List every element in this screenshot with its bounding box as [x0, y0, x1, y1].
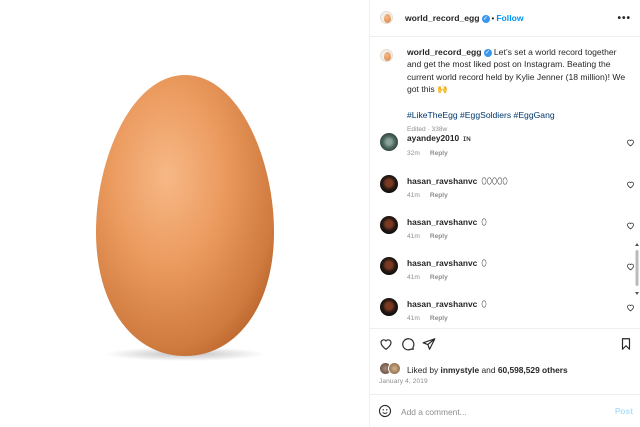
liked-and-label: and: [479, 365, 498, 375]
scroll-up-icon: [635, 243, 639, 246]
reply-button[interactable]: Reply: [430, 315, 448, 322]
reply-button[interactable]: Reply: [430, 233, 448, 240]
caption: world_record_egg ✓ Let’s set a world reco…: [407, 46, 627, 136]
comment-time: 41m: [407, 274, 420, 281]
post-dialog: world_record_egg ✓ • Follow ••• world_recor…: [0, 0, 640, 427]
comment-time: 41m: [407, 315, 420, 322]
comment-text: ⬯⬯⬯⬯⬯: [481, 176, 508, 186]
liked-by-label: Liked by: [407, 365, 441, 375]
commenter-username[interactable]: hasan_ravshanvc: [407, 258, 477, 268]
comment-text: ⬯: [481, 217, 487, 227]
caption-username[interactable]: world_record_egg: [407, 47, 482, 57]
author-avatar[interactable]: [380, 11, 393, 24]
share-paper-plane-icon[interactable]: [422, 337, 436, 351]
comment-text: ⬯: [481, 258, 487, 268]
comment-like-heart-icon[interactable]: [626, 180, 635, 189]
like-heart-icon[interactable]: [379, 337, 393, 351]
comment-input[interactable]: [401, 405, 601, 419]
comment-like-heart-icon[interactable]: [626, 221, 635, 230]
comment-item: hasan_ravshanvc ⬯ 41m Reply: [370, 254, 640, 294]
egg-photo: [96, 75, 274, 361]
post-header: world_record_egg ✓ • Follow •••: [370, 0, 640, 37]
commenter-avatar[interactable]: [380, 216, 398, 234]
comment-like-heart-icon[interactable]: [626, 138, 635, 147]
commenter-username[interactable]: hasan_ravshanvc: [407, 176, 477, 186]
caption-hashtags[interactable]: #LikeTheEgg #EggSoldiers #EggGang: [407, 109, 627, 121]
commenter-avatar[interactable]: [380, 298, 398, 316]
post-side-panel: world_record_egg ✓ • Follow ••• world_recor…: [369, 0, 640, 427]
comment-item: hasan_ravshanvc ⬯ 41m Reply: [370, 213, 640, 253]
author-username[interactable]: world_record_egg: [405, 13, 480, 23]
verified-badge-icon: ✓: [483, 48, 492, 57]
egg-shape: [96, 75, 274, 356]
commenter-username[interactable]: hasan_ravshanvc: [407, 299, 477, 309]
comment-time: 41m: [407, 233, 420, 240]
save-bookmark-icon[interactable]: [619, 337, 633, 351]
separator-dot: •: [491, 14, 495, 23]
reply-button[interactable]: Reply: [430, 192, 448, 199]
comment-time: 32m: [407, 150, 420, 157]
likers-avatars[interactable]: [379, 362, 405, 376]
comment-item: hasan_ravshanvc ⬯⬯⬯⬯⬯ 41m Reply: [370, 172, 640, 212]
likes-count[interactable]: 60,598,529 others: [498, 365, 568, 375]
likes-summary[interactable]: Liked by inmystyle and 60,598,529 others: [407, 365, 568, 375]
comment-bubble-icon[interactable]: [401, 337, 415, 351]
comment-text: ⬯: [481, 299, 487, 309]
caption-author-avatar[interactable]: [380, 49, 393, 62]
post-actions: Liked by inmystyle and 60,598,529 others…: [370, 328, 640, 394]
post-date[interactable]: January 4, 2019: [379, 378, 428, 385]
comment-like-heart-icon[interactable]: [626, 303, 635, 312]
comment-time: 41m: [407, 192, 420, 199]
commenter-avatar[interactable]: [380, 133, 398, 151]
verified-badge-icon: ✓: [481, 14, 490, 23]
scroll-down-icon: [635, 292, 639, 295]
comment-item: ayandey2010 ɪɴ 32m Reply: [370, 130, 640, 170]
reply-button[interactable]: Reply: [430, 274, 448, 281]
post-media[interactable]: [0, 0, 369, 427]
post-comment-button[interactable]: Post: [615, 406, 633, 416]
scroll-thumb: [635, 250, 639, 286]
liked-by-user[interactable]: inmystyle: [441, 365, 480, 375]
commenter-username[interactable]: hasan_ravshanvc: [407, 217, 477, 227]
commenter-username[interactable]: ayandey2010: [407, 133, 459, 143]
commenter-avatar[interactable]: [380, 257, 398, 275]
comment-composer: Post: [370, 394, 640, 427]
follow-button[interactable]: Follow: [496, 13, 523, 23]
commenter-avatar[interactable]: [380, 175, 398, 193]
more-options-icon[interactable]: •••: [617, 13, 631, 24]
reply-button[interactable]: Reply: [430, 150, 448, 157]
emoji-icon[interactable]: [378, 404, 392, 418]
comment-text: ɪɴ: [463, 133, 471, 143]
comments-scrollbar[interactable]: [634, 240, 640, 300]
